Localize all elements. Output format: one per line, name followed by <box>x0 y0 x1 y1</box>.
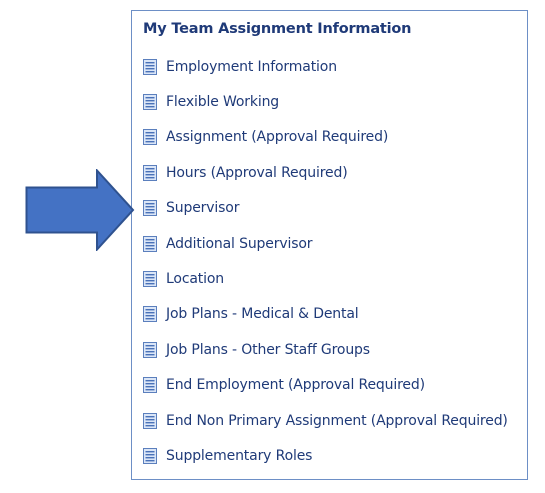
assignment-menu: Employment Information Flexible Working … <box>143 49 508 474</box>
menu-item-label: Job Plans - Medical & Dental <box>166 306 359 323</box>
menu-item-job-plans-other-staff[interactable]: Job Plans - Other Staff Groups <box>143 332 508 367</box>
menu-item-label: Location <box>166 271 225 288</box>
menu-item-label: Assignment (Approval Required) <box>166 129 389 146</box>
menu-item-end-employment[interactable]: End Employment (Approval Required) <box>143 368 508 403</box>
document-icon <box>143 377 157 394</box>
menu-item-hours[interactable]: Hours (Approval Required) <box>143 155 508 190</box>
document-icon <box>143 306 157 323</box>
menu-item-additional-supervisor[interactable]: Additional Supervisor <box>143 226 508 261</box>
menu-item-label: End Non Primary Assignment (Approval Req… <box>166 412 508 429</box>
menu-item-end-non-primary-assignment[interactable]: End Non Primary Assignment (Approval Req… <box>143 403 508 438</box>
menu-item-label: Supervisor <box>166 200 240 217</box>
document-icon <box>143 235 157 252</box>
document-icon <box>143 341 157 358</box>
menu-item-label: End Employment (Approval Required) <box>166 377 425 394</box>
menu-item-label: Additional Supervisor <box>166 235 313 252</box>
menu-item-assignment[interactable]: Assignment (Approval Required) <box>143 120 508 155</box>
team-assignment-panel: My Team Assignment Information Employmen… <box>131 10 528 480</box>
menu-item-employment-information[interactable]: Employment Information <box>143 49 508 84</box>
menu-item-flexible-working[interactable]: Flexible Working <box>143 84 508 119</box>
document-icon <box>143 447 157 464</box>
menu-item-supervisor[interactable]: Supervisor <box>143 191 508 226</box>
menu-item-job-plans-medical-dental[interactable]: Job Plans - Medical & Dental <box>143 297 508 332</box>
pointer-arrow-icon <box>25 169 135 251</box>
menu-item-label: Supplementary Roles <box>166 447 313 464</box>
menu-item-supplementary-roles[interactable]: Supplementary Roles <box>143 438 508 473</box>
menu-item-location[interactable]: Location <box>143 261 508 296</box>
menu-item-label: Hours (Approval Required) <box>166 164 348 181</box>
document-icon <box>143 164 157 181</box>
menu-item-label: Job Plans - Other Staff Groups <box>166 341 370 358</box>
document-icon <box>143 94 157 111</box>
panel-title: My Team Assignment Information <box>143 21 412 37</box>
menu-item-label: Employment Information <box>166 58 337 75</box>
document-icon <box>143 58 157 75</box>
document-icon <box>143 271 157 288</box>
document-icon <box>143 129 157 146</box>
menu-item-label: Flexible Working <box>166 94 280 111</box>
document-icon <box>143 200 157 217</box>
document-icon <box>143 412 157 429</box>
